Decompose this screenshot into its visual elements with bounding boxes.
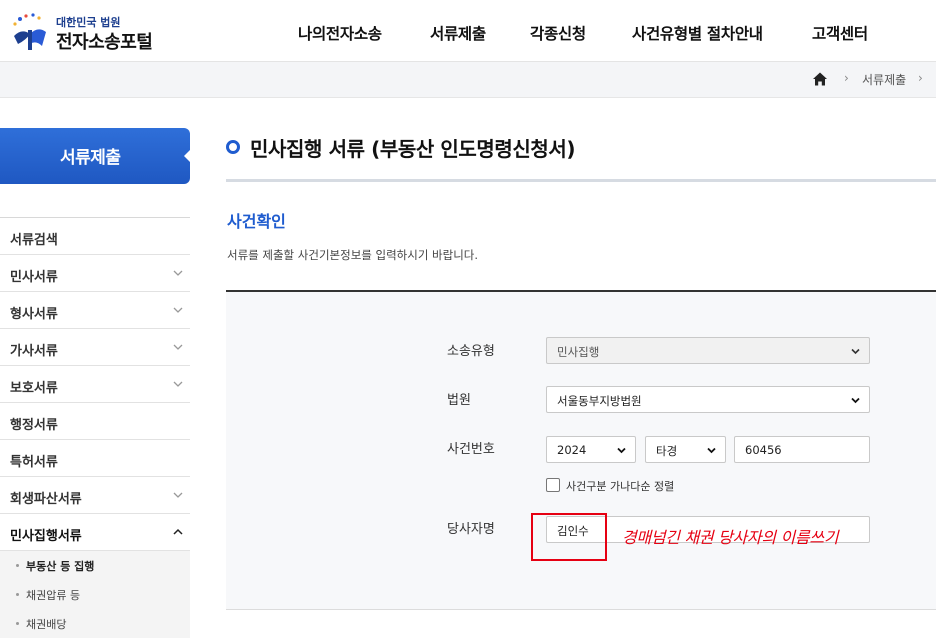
annotation-text: 경매넘긴 채권 당사자의 이름쓰기 (622, 528, 839, 547)
case-type-label: 소송유형 (447, 344, 495, 359)
section-description: 서류를 제출할 사건기본정보를 입력하시기 바랍니다. (227, 248, 479, 262)
sidebar-subitem-label: 채권압류 등 (26, 589, 81, 602)
chevron-down-icon (173, 307, 183, 313)
sidebar-title: 서류제출 (0, 128, 191, 184)
sidebar-subitem-label: 부동산 등 집행 (26, 560, 95, 573)
sort-checkbox[interactable] (546, 478, 560, 492)
bullet-icon (16, 564, 19, 567)
sort-checkbox-label: 사건구분 가나다순 정렬 (566, 480, 675, 493)
breadcrumb-current[interactable]: 서류제출 (862, 71, 906, 88)
case-number-value: 60456 (745, 443, 782, 457)
chevron-down-icon (173, 270, 183, 276)
case-code-select[interactable]: 타경 (645, 436, 726, 463)
case-number-label: 사건번호 (447, 442, 495, 457)
chevron-down-icon (617, 447, 626, 454)
sidebar-item-administrative[interactable]: 행정서류 (0, 403, 190, 440)
chevron-down-icon (851, 348, 860, 355)
sidebar-item-label: 행정서류 (10, 418, 58, 433)
court-value: 서울동부지방법원 (557, 394, 642, 408)
chevron-down-icon (173, 381, 183, 387)
sidebar-notch-icon (184, 149, 191, 163)
sidebar-item-criminal[interactable]: 형사서류 (0, 292, 190, 329)
case-type-select[interactable]: 민사집행 (546, 337, 870, 364)
case-type-value: 민사집행 (557, 345, 600, 359)
sidebar-item-label: 민사집행서류 (10, 529, 82, 544)
title-circle-icon (226, 140, 240, 154)
sidebar-subitem-real-estate[interactable]: 부동산 등 집행 (0, 551, 190, 580)
site-header: 대한민국 법원 전자소송포털 나의전자소송 서류제출 각종신청 사건유형별 절차… (0, 0, 936, 62)
sidebar-item-civil[interactable]: 민사서류 (0, 255, 190, 292)
sidebar-item-label: 서류검색 (10, 233, 58, 248)
court-logo[interactable]: 대한민국 법원 전자소송포털 (8, 10, 198, 54)
nav-document-submit[interactable]: 서류제출 (430, 22, 486, 44)
sidebar-submenu: 부동산 등 집행 채권압류 등 채권배당 (0, 551, 190, 638)
section-title: 사건확인 (227, 212, 286, 231)
sidebar-item-patent[interactable]: 특허서류 (0, 440, 190, 477)
sidebar-subitem-label: 채권배당 (26, 618, 67, 631)
court-emblem-icon (13, 13, 46, 50)
title-divider (226, 179, 936, 182)
nav-customer-center[interactable]: 고객센터 (812, 22, 868, 44)
sidebar-item-label: 민사서류 (10, 270, 58, 285)
sidebar-item-label: 가사서류 (10, 344, 58, 359)
sidebar-item-document-search[interactable]: 서류검색 (0, 218, 190, 255)
nav-my-lawsuit[interactable]: 나의전자소송 (298, 22, 382, 44)
bullet-icon (16, 622, 19, 625)
breadcrumb: › 서류제출 › (0, 62, 936, 98)
sidebar-item-family[interactable]: 가사서류 (0, 329, 190, 366)
sidebar-subitem-garnishment[interactable]: 채권압류 등 (0, 580, 190, 609)
sidebar-subitem-distribution[interactable]: 채권배당 (0, 609, 190, 638)
sidebar-item-label: 특허서류 (10, 455, 58, 470)
case-year-select[interactable]: 2024 (546, 436, 636, 463)
logo-title: 전자소송포털 (56, 32, 153, 53)
annotation-highlight-box (531, 513, 607, 561)
bullet-icon (16, 593, 19, 596)
chevron-down-icon (173, 344, 183, 350)
case-number-input[interactable]: 60456 (734, 436, 870, 463)
breadcrumb-separator-icon: › (918, 71, 923, 85)
court-select[interactable]: 서울동부지방법원 (546, 386, 870, 413)
sidebar-item-label: 회생파산서류 (10, 492, 82, 507)
chevron-down-icon (173, 492, 183, 498)
party-name-label: 당사자명 (447, 522, 495, 537)
sidebar-item-civil-execution[interactable]: 민사집행서류 (0, 514, 190, 551)
page-title: 민사집행 서류 (부동산 인도명령신청서) (250, 137, 576, 161)
chevron-up-icon (173, 528, 183, 535)
nav-applications[interactable]: 각종신청 (530, 22, 586, 44)
court-label: 법원 (447, 393, 471, 408)
case-year-value: 2024 (557, 443, 587, 457)
sidebar-menu: 서류검색 민사서류 형사서류 가사서류 보호서류 행정서류 특허서류 회생파산서… (0, 217, 190, 638)
home-icon[interactable] (812, 71, 828, 87)
chevron-down-icon (707, 447, 716, 454)
breadcrumb-separator-icon: › (844, 71, 849, 85)
sidebar-item-label: 보호서류 (10, 381, 58, 396)
sidebar-item-protection[interactable]: 보호서류 (0, 366, 190, 403)
nav-procedure-guide[interactable]: 사건유형별 절차안내 (632, 22, 763, 44)
sidebar-item-rehabilitation[interactable]: 회생파산서류 (0, 477, 190, 514)
chevron-down-icon (851, 397, 860, 404)
case-code-value: 타경 (656, 444, 678, 458)
sidebar-title-label: 서류제출 (60, 148, 121, 168)
sidebar-item-label: 형사서류 (10, 307, 58, 322)
